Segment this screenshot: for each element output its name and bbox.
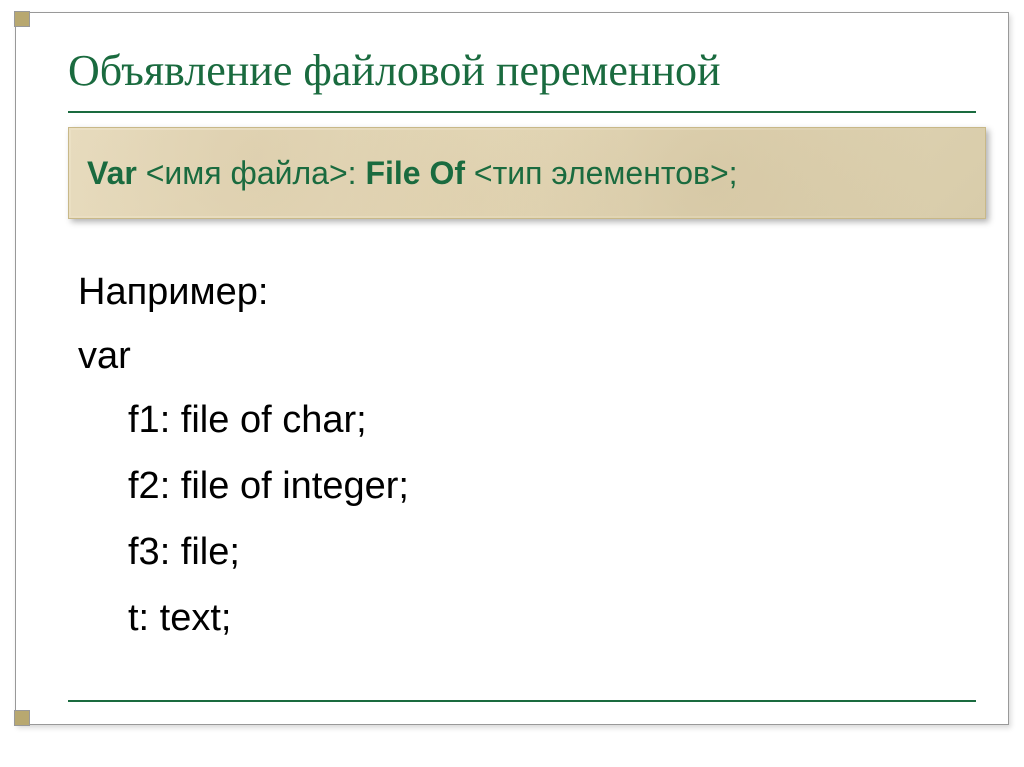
code-keyword-var: var <box>78 335 131 378</box>
code-line: f3: file; <box>128 531 240 574</box>
keyword-var: Var <box>87 155 137 191</box>
title-underline <box>68 111 976 113</box>
syntax-box: Var <имя файла>: File Of <тип элементов>… <box>68 127 986 219</box>
corner-decoration <box>14 710 30 726</box>
keyword-fileof: File Of <box>365 155 465 191</box>
code-line: t: text; <box>128 597 231 640</box>
code-line: f1: file of char; <box>128 399 367 442</box>
code-line: f2: file of integer; <box>128 465 409 508</box>
corner-decoration <box>14 11 30 27</box>
semicolon: ; <box>729 155 738 191</box>
example-label: Например: <box>78 271 268 314</box>
filename-placeholder: <имя файла> <box>146 155 348 191</box>
filename-placeholder <box>137 155 146 191</box>
type-placeholder: <тип элементов> <box>465 155 729 191</box>
syntax-declaration: Var <имя файла>: File Of <тип элементов>… <box>87 155 738 192</box>
slide-title: Объявление файловой переменной <box>68 45 721 96</box>
colon: : <box>348 155 366 191</box>
slide-frame: Объявление файловой переменной Var <имя … <box>15 12 1009 725</box>
bottom-underline <box>68 700 976 702</box>
